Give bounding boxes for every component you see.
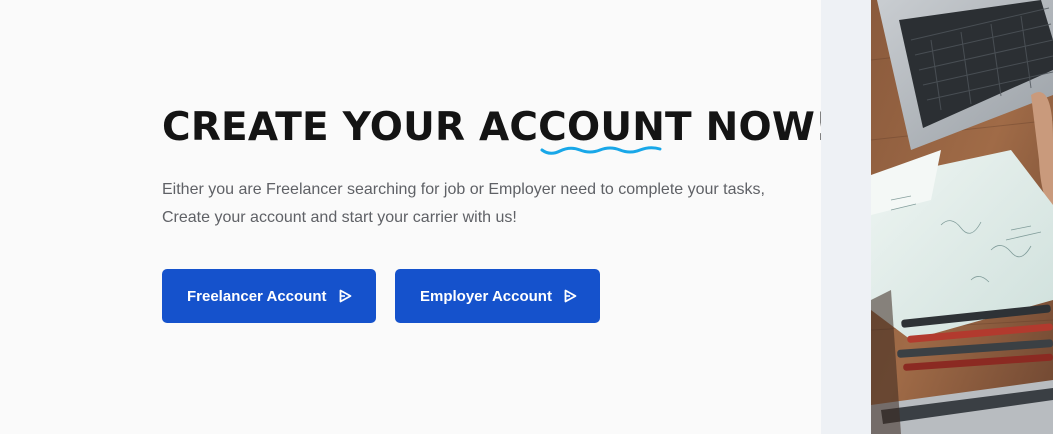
content-panel: CREATE YOUR ACCOUNT NOW! Either you are … xyxy=(0,0,833,434)
section-description: Either you are Freelancer searching for … xyxy=(162,176,782,232)
employer-account-label: Employer Account xyxy=(420,287,552,305)
play-outline-icon xyxy=(564,289,577,303)
freelancer-account-label: Freelancer Account xyxy=(187,287,327,305)
create-account-section: CREATE YOUR ACCOUNT NOW! Either you are … xyxy=(0,0,1053,434)
side-strip xyxy=(821,0,871,434)
wavy-underline-icon xyxy=(540,146,662,155)
description-line-1: Either you are Freelancer searching for … xyxy=(162,181,765,198)
freelancer-account-button[interactable]: Freelancer Account xyxy=(162,269,376,323)
description-line-2: Create your account and start your carri… xyxy=(162,209,517,226)
laptop-paperwork-photo xyxy=(871,0,1053,434)
employer-account-button[interactable]: Employer Account xyxy=(395,269,600,323)
play-outline-icon xyxy=(339,289,351,303)
section-title: CREATE YOUR ACCOUNT NOW! xyxy=(162,105,834,150)
